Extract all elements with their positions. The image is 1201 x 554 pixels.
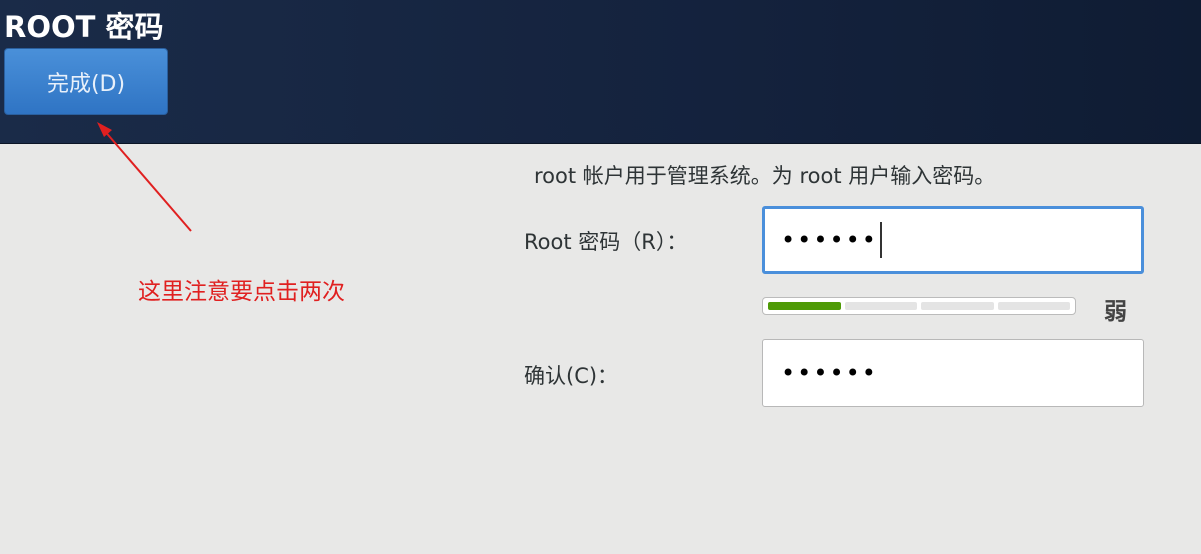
strength-segment <box>997 302 1070 310</box>
confirm-password-field[interactable]: •••••• <box>762 339 1144 407</box>
confirm-label: 确认(C)： <box>524 364 619 388</box>
strength-segment <box>768 302 841 310</box>
annotation-arrow <box>97 122 192 232</box>
intro-text: root 帐户用于管理系统。为 root 用户输入密码。 <box>534 164 996 188</box>
root-password-label: Root 密码（R）： <box>524 230 688 254</box>
root-password-value: •••••• <box>781 226 878 254</box>
annotation-note: 这里注意要点击两次 <box>138 279 345 305</box>
text-caret <box>879 222 882 258</box>
strength-segment <box>844 302 917 310</box>
strength-segment <box>921 302 994 310</box>
confirm-password-value: •••••• <box>781 359 878 387</box>
password-strength-meter <box>762 297 1076 315</box>
root-password-field[interactable]: •••••• <box>762 206 1144 274</box>
strength-label: 弱 <box>1104 299 1127 325</box>
